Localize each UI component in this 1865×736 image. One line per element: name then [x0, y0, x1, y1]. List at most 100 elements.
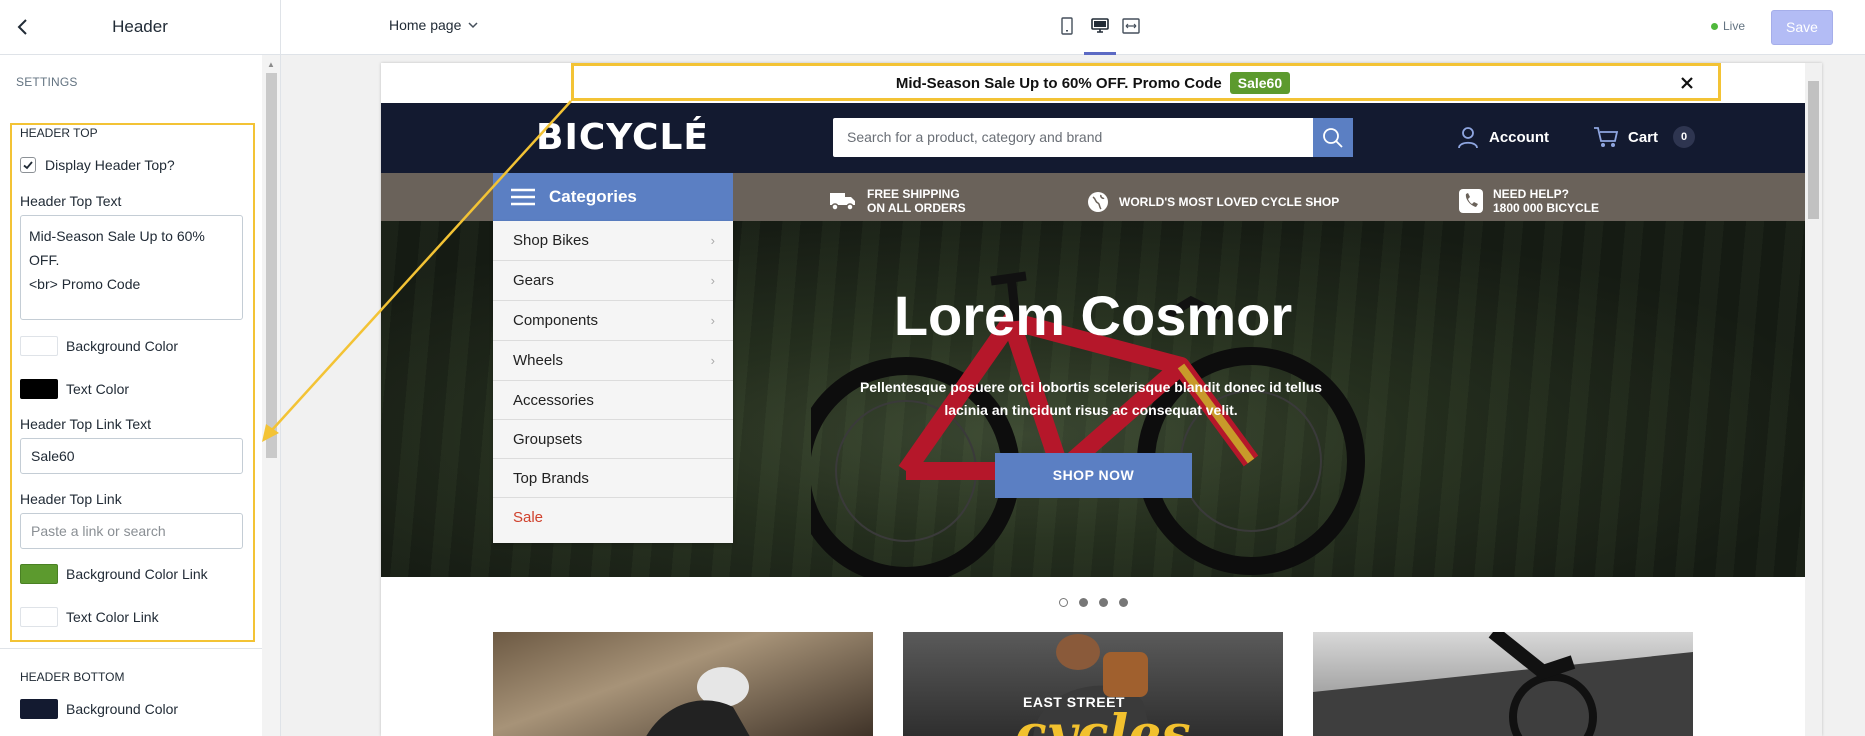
- slider-dot[interactable]: [1079, 598, 1088, 607]
- search-button[interactable]: [1313, 118, 1353, 157]
- live-label: Live: [1723, 19, 1746, 33]
- bg-color-swatch[interactable]: [20, 336, 58, 356]
- desktop-view-button[interactable]: [1088, 14, 1112, 38]
- announcement-text: Mid-Season Sale Up to 60% OFF. Promo Cod…: [895, 74, 1222, 92]
- world-line1: WORLD'S MOST LOVED CYCLE SHOP: [1119, 195, 1340, 209]
- fullwidth-icon: [1122, 18, 1140, 34]
- header-top-text-input[interactable]: Mid-Season Sale Up to 60% OFF. <br> Prom…: [20, 215, 243, 320]
- fullwidth-view-button[interactable]: [1119, 14, 1143, 38]
- text-color-swatch[interactable]: [20, 379, 58, 399]
- header-bottom-bg-label: Background Color: [66, 701, 179, 717]
- truck-icon: [830, 193, 855, 211]
- phone-icon: [1459, 189, 1483, 213]
- checkmark-icon: [23, 161, 33, 170]
- search-input[interactable]: Search for a product, category and brand: [833, 118, 1313, 157]
- live-status: Live: [1711, 19, 1745, 33]
- text-color-label: Text Color: [66, 381, 130, 397]
- info-shipping: FREE SHIPPING ON ALL ORDERS: [829, 187, 966, 215]
- menu-item-accessories[interactable]: Accessories: [493, 381, 733, 420]
- settings-sidebar: Header SETTINGS HEADER TOP Display Heade…: [0, 0, 281, 736]
- shipping-line2: ON ALL ORDERS: [867, 201, 966, 215]
- bg-color-label: Background Color: [66, 338, 179, 354]
- user-icon: [1458, 127, 1478, 149]
- display-header-top-checkbox[interactable]: [20, 157, 36, 173]
- search-icon: [1323, 127, 1343, 148]
- cart-link[interactable]: Cart 0: [1593, 125, 1696, 149]
- menu-item-shop-bikes[interactable]: Shop Bikes ›: [493, 221, 733, 261]
- menu-item-label: Groupsets: [513, 430, 583, 448]
- sidebar-header: Header: [0, 0, 280, 55]
- promo-tile-3[interactable]: [1313, 632, 1693, 736]
- bg-color-row[interactable]: Background Color: [20, 336, 178, 356]
- mobile-view-button[interactable]: [1055, 14, 1079, 38]
- menu-item-gears[interactable]: Gears ›: [493, 261, 733, 301]
- sidebar-scrollbar[interactable]: ▲: [262, 55, 280, 736]
- menu-item-top-brands[interactable]: Top Brands: [493, 459, 733, 498]
- save-button[interactable]: Save: [1771, 10, 1833, 45]
- cart-icon: [1594, 127, 1619, 147]
- slider-dot[interactable]: [1099, 598, 1108, 607]
- scroll-up-icon[interactable]: ▲: [267, 60, 275, 69]
- slider-dot[interactable]: [1059, 598, 1068, 607]
- close-icon[interactable]: [1676, 72, 1698, 94]
- shop-now-button[interactable]: SHOP NOW: [995, 453, 1192, 498]
- category-menu: Shop Bikes › Gears › Components › Wheels › A…: [493, 221, 733, 543]
- page-selector[interactable]: Home page: [389, 17, 479, 33]
- display-header-top-row[interactable]: Display Header Top?: [20, 157, 175, 173]
- store-preview: Mid-Season Sale Up to 60% OFF. Promo Cod…: [381, 63, 1822, 736]
- bg-color-link-swatch[interactable]: [20, 564, 58, 584]
- header-top-text-label: Header Top Text: [20, 193, 122, 209]
- text-color-link-row[interactable]: Text Color Link: [20, 607, 159, 627]
- link-input[interactable]: Paste a link or search: [20, 513, 243, 549]
- text-color-row[interactable]: Text Color: [20, 379, 129, 399]
- active-device-indicator: [1084, 52, 1116, 55]
- menu-item-label: Shop Bikes: [513, 232, 589, 249]
- menu-item-sale[interactable]: Sale: [493, 498, 733, 537]
- account-link[interactable]: Account: [1456, 125, 1549, 149]
- chevron-right-icon: ›: [710, 233, 715, 248]
- info-world: WORLD'S MOST LOVED CYCLE SHOP: [1087, 191, 1339, 213]
- cyclist-image: [646, 667, 750, 736]
- info-help: NEED HELP? 1800 000 BICYCLE: [1459, 187, 1599, 215]
- text-color-link-swatch[interactable]: [20, 607, 58, 627]
- bg-color-link-label: Background Color Link: [66, 566, 208, 582]
- header-bottom-bg-swatch[interactable]: [20, 699, 58, 719]
- sidebar-scroll-thumb[interactable]: [266, 73, 277, 458]
- promo-code-link[interactable]: Sale60: [1229, 72, 1291, 94]
- chevron-down-icon: [468, 22, 478, 29]
- slider-dots: [1059, 598, 1128, 607]
- road-cyclist-image: [1313, 632, 1693, 736]
- preview-scroll-thumb[interactable]: [1808, 81, 1819, 219]
- link-text-label: Header Top Link Text: [20, 416, 152, 432]
- chevron-right-icon: ›: [710, 273, 715, 288]
- bg-color-link-row[interactable]: Background Color Link: [20, 564, 208, 584]
- header-bottom-bg-row[interactable]: Background Color: [20, 699, 178, 719]
- link-label: Header Top Link: [20, 491, 122, 507]
- chevron-right-icon: ›: [710, 313, 715, 328]
- store-logo[interactable]: BICYCLÉ: [536, 117, 709, 158]
- promo-tile-1[interactable]: [493, 632, 873, 736]
- hamburger-icon: [511, 188, 535, 206]
- cart-label: Cart: [1628, 128, 1659, 146]
- link-text-input[interactable]: Sale60: [20, 438, 243, 474]
- categories-button[interactable]: Categories: [493, 173, 733, 221]
- announcement-bar: Mid-Season Sale Up to 60% OFF. Promo Cod…: [381, 63, 1805, 103]
- header-top-title: HEADER TOP: [20, 126, 98, 140]
- menu-item-label: Components: [513, 312, 599, 329]
- display-header-top-label: Display Header Top?: [45, 157, 175, 173]
- promo-tile-2[interactable]: EAST STREET cycles: [903, 632, 1283, 736]
- preview-scrollbar[interactable]: [1805, 63, 1822, 736]
- menu-item-label: Wheels: [513, 352, 564, 369]
- menu-item-label: Top Brands: [513, 469, 589, 487]
- menu-item-groupsets[interactable]: Groupsets: [493, 420, 733, 459]
- globe-icon: [1088, 192, 1108, 212]
- live-dot-icon: [1711, 22, 1718, 30]
- slider-dot[interactable]: [1119, 598, 1128, 607]
- menu-item-components[interactable]: Components ›: [493, 301, 733, 341]
- page-select-label: Home page: [389, 17, 462, 33]
- menu-item-wheels[interactable]: Wheels ›: [493, 341, 733, 381]
- categories-label: Categories: [549, 187, 637, 206]
- chevron-right-icon: ›: [710, 353, 715, 368]
- menu-item-label: Sale: [513, 509, 544, 526]
- menu-item-label: Accessories: [513, 391, 594, 409]
